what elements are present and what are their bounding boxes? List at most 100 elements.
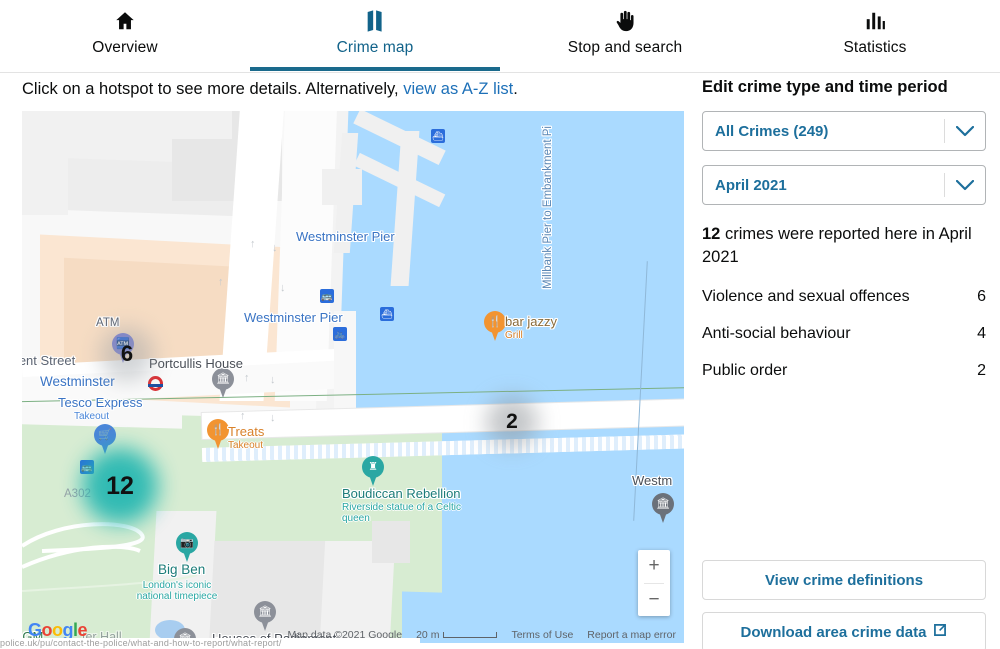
- crime-map[interactable]: ↑ ↓ ↑ ↓ ↑ ↓ ↑ ↓ ⛴ 🚌 ⛴ 🚲 🚌: [22, 111, 684, 643]
- panel-title: Edit crime type and time period: [702, 78, 948, 96]
- crime-category-count: 2: [977, 362, 986, 379]
- ferry-icon: ⛴: [380, 307, 394, 321]
- direction-arrow: ↑: [244, 372, 250, 384]
- pier-structure: [334, 311, 356, 411]
- crime-category-label: Anti-social behaviour: [702, 325, 851, 342]
- chevron-down-icon: [944, 119, 985, 143]
- crime-summary-text: crimes were reported here in April 2021: [702, 225, 972, 266]
- panel-action-buttons: View crime definitions Download area cri…: [702, 548, 986, 649]
- external-link-icon: [933, 623, 947, 641]
- direction-arrow: ↓: [280, 282, 286, 294]
- crime-category-label: Violence and sexual offences: [702, 288, 910, 305]
- zoom-in-button[interactable]: +: [638, 550, 670, 583]
- chevron-down-icon: [944, 173, 985, 197]
- poi-boudiccan-rebellion[interactable]: ♜: [362, 456, 384, 486]
- hotspot-12[interactable]: 12: [82, 448, 158, 524]
- bar-chart-icon: [864, 8, 886, 34]
- terms-of-use-link[interactable]: Terms of Use: [511, 629, 573, 641]
- poi-label-portcullis: Portcullis House: [149, 356, 243, 371]
- poi-label-treats: Treats: [228, 424, 265, 439]
- government-pin-icon: 🏛: [652, 493, 674, 523]
- map-scale-bar: [443, 632, 498, 638]
- hotspot-count: 12: [106, 471, 134, 500]
- active-tab-underline: [250, 67, 500, 71]
- map-label-westminster-pier: Westminster Pier: [244, 310, 343, 325]
- poi-westminster[interactable]: 🏛: [652, 493, 674, 523]
- map-label-ment-street: ment Street: [22, 353, 76, 368]
- government-pin-icon: 🏛: [212, 368, 234, 398]
- map-scale: 20 m: [416, 629, 498, 641]
- map-label-westminster-pier-top: Westminster Pier: [296, 229, 395, 244]
- poi-label-boudiccan: Boudiccan Rebellion: [342, 486, 461, 501]
- instruction-text-before: Click on a hotspot to see more details. …: [22, 80, 404, 98]
- poi-label-tesco: Tesco Express: [58, 395, 143, 410]
- poi-treats[interactable]: 🍴: [207, 419, 229, 449]
- tab-stop-and-search[interactable]: Stop and search: [500, 0, 750, 71]
- poi-label-big-ben: Big Ben: [158, 562, 206, 577]
- building-block: [142, 111, 232, 139]
- crime-type-select[interactable]: All Crimes (249): [702, 111, 986, 151]
- restaurant-pin-icon: 🍴: [484, 311, 506, 341]
- direction-arrow: ↑: [250, 238, 256, 250]
- crime-category-count: 6: [977, 288, 986, 305]
- report-map-error-link[interactable]: Report a map error: [587, 629, 676, 641]
- pier-structure: [322, 169, 362, 205]
- crime-category-count: 4: [977, 325, 986, 342]
- crime-summary-count: 12: [702, 225, 721, 243]
- monument-pin-icon: ♜: [362, 456, 384, 486]
- map-icon: [364, 8, 386, 34]
- tab-statistics[interactable]: Statistics: [750, 0, 1000, 71]
- poi-sub-treats: Takeout: [228, 440, 264, 451]
- hotspot-count: 6: [120, 341, 134, 366]
- tab-statistics-label: Statistics: [843, 39, 907, 56]
- crime-map-page: Overview Crime map Stop and search Stati…: [0, 0, 1000, 649]
- hotspot-2[interactable]: 2: [486, 396, 538, 448]
- download-area-crime-data-label: Download area crime data: [740, 623, 927, 641]
- direction-arrow: ↓: [270, 412, 276, 424]
- restaurant-pin-icon: 🍴: [207, 419, 229, 449]
- crime-filter-panel: Edit crime type and time period All Crim…: [702, 78, 986, 380]
- instruction-text-after: .: [513, 80, 518, 98]
- poi-sub-tesco: Takeout: [74, 411, 110, 422]
- poi-sub-bar-jazzy: Grill: [505, 330, 523, 341]
- poi-sub-big-ben: London's iconic national timepiece: [136, 580, 218, 602]
- map-canvas: ↑ ↓ ↑ ↓ ↑ ↓ ↑ ↓ ⛴ 🚌 ⛴ 🚲 🚌: [22, 111, 684, 643]
- crime-breakdown-row: Anti-social behaviour 4: [702, 325, 986, 343]
- poi-big-ben[interactable]: 📷: [176, 532, 198, 562]
- tab-stop-and-search-label: Stop and search: [567, 39, 683, 56]
- attraction-pin-icon: 📷: [176, 532, 198, 562]
- time-period-value: April 2021: [715, 176, 787, 194]
- tab-crime-map-label: Crime map: [336, 39, 414, 56]
- view-as-az-list-link[interactable]: view as A-Z list: [403, 80, 513, 98]
- building-block: [372, 521, 410, 563]
- tab-crime-map[interactable]: Crime map: [250, 0, 500, 71]
- poi-bar-jazzy[interactable]: 🍴: [484, 311, 506, 341]
- direction-arrow: ↑: [240, 410, 246, 422]
- poi-sub-boudiccan: Riverside statue of a Celtic queen: [342, 502, 461, 524]
- crime-type-value: All Crimes (249): [715, 122, 829, 140]
- poi-portcullis-house[interactable]: 🏛: [212, 368, 234, 398]
- bus-icon: 🚌: [320, 289, 334, 303]
- map-instruction: Click on a hotspot to see more details. …: [22, 78, 682, 100]
- direction-arrow: ↑: [218, 276, 224, 288]
- ferry-icon: ⛴: [431, 129, 445, 143]
- time-period-select[interactable]: April 2021: [702, 165, 986, 205]
- crime-summary: 12 crimes were reported here in April 20…: [702, 223, 986, 269]
- poi-label-westminster: Westm: [632, 473, 673, 488]
- home-icon: [114, 8, 136, 34]
- browser-status-bar: police.uk/pu/contact-the-police/what-and…: [0, 638, 420, 649]
- map-zoom-controls[interactable]: + −: [638, 550, 670, 616]
- tab-overview-label: Overview: [92, 39, 158, 56]
- main-navigation: Overview Crime map Stop and search Stati…: [0, 0, 1000, 73]
- crime-category-label: Public order: [702, 362, 788, 379]
- download-area-crime-data-button[interactable]: Download area crime data: [702, 612, 986, 649]
- crime-breakdown-row: Violence and sexual offences 6: [702, 288, 986, 306]
- hotspot-6[interactable]: 6: [100, 327, 154, 381]
- tab-overview[interactable]: Overview: [0, 0, 250, 71]
- hotspot-count: 2: [506, 410, 518, 433]
- crime-breakdown-row: Public order 2: [702, 362, 986, 380]
- view-crime-definitions-button[interactable]: View crime definitions: [702, 560, 986, 600]
- poi-label-bar-jazzy: bar jazzy: [505, 314, 558, 329]
- zoom-out-button[interactable]: −: [638, 584, 670, 617]
- map-label-millbank-route: Millbank Pier to Embankment Pi: [542, 126, 554, 289]
